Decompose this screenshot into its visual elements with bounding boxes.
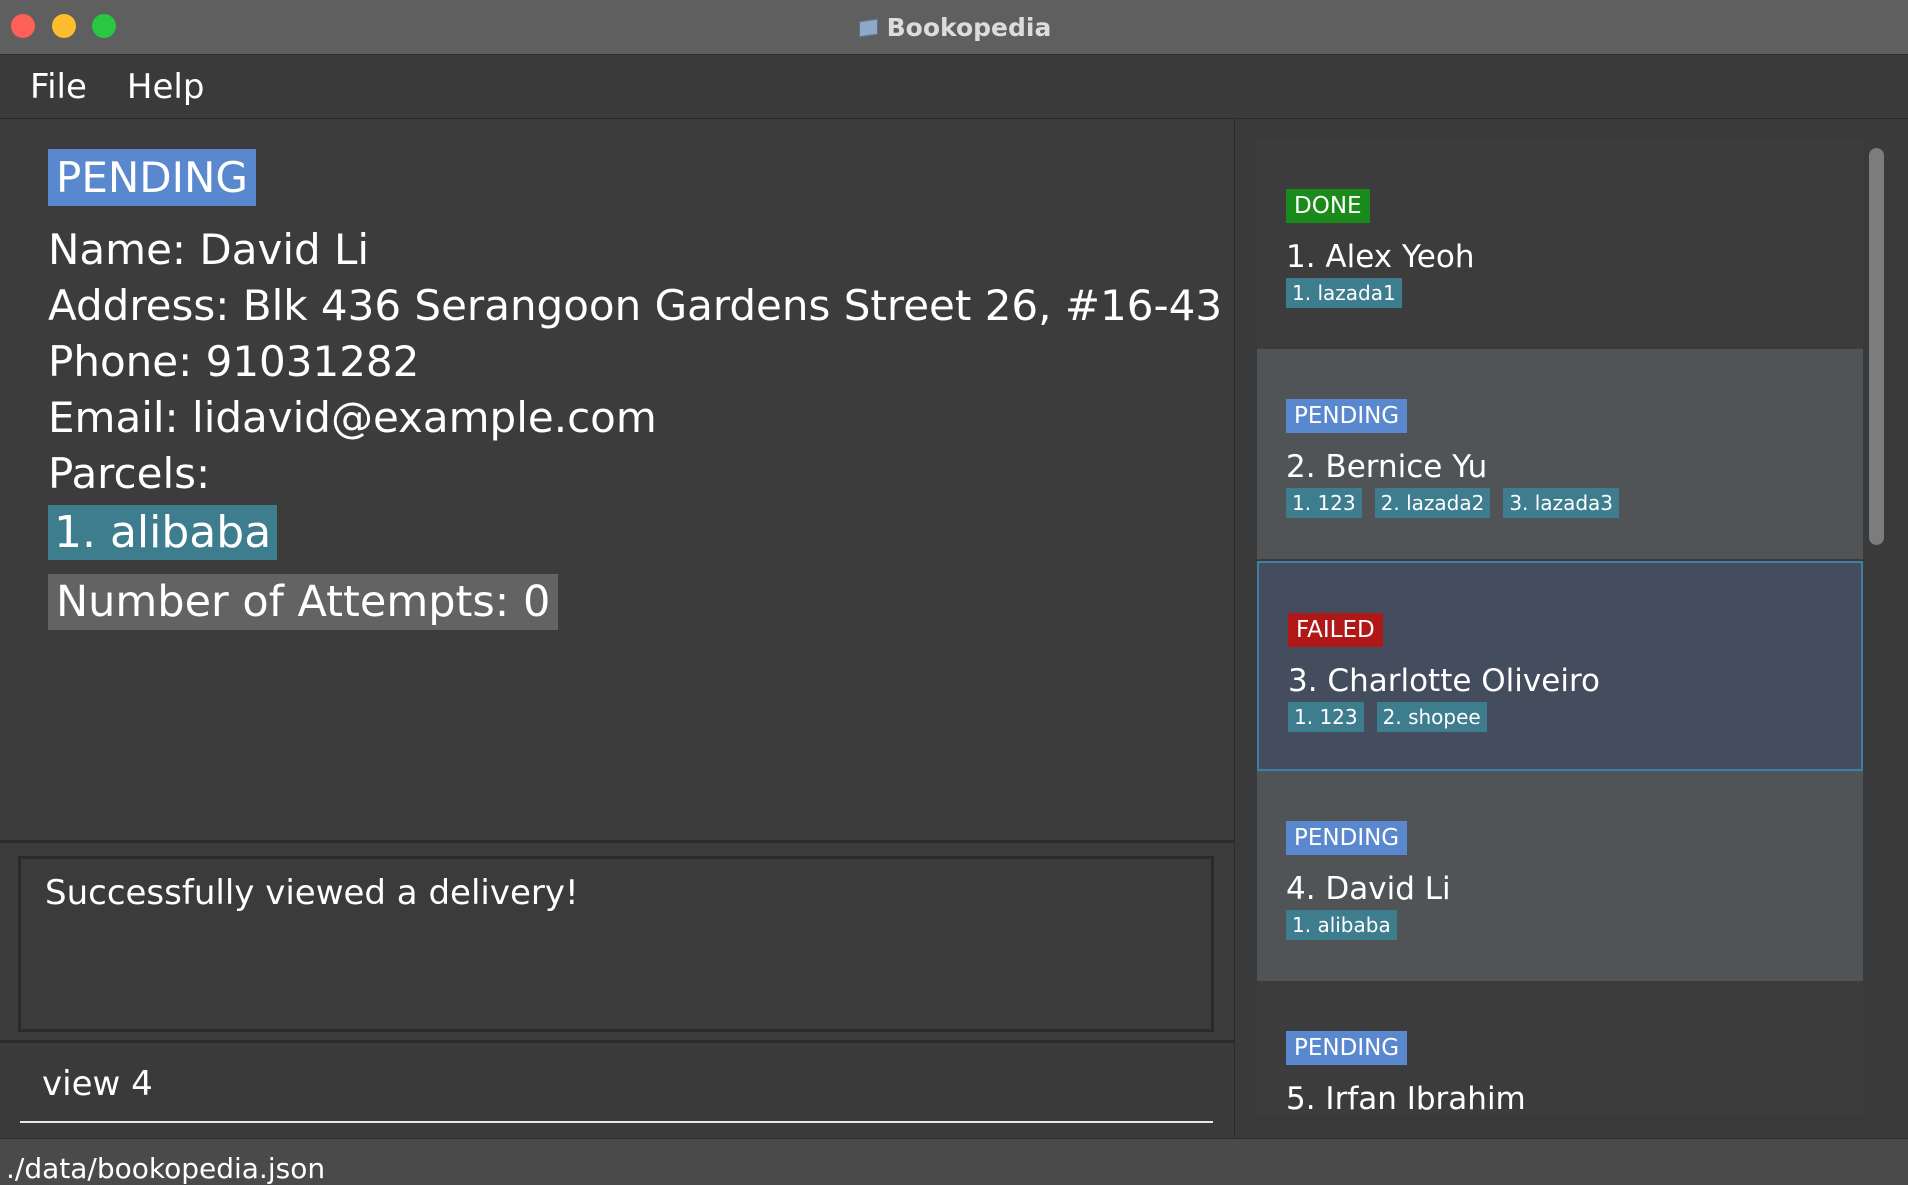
menu-help[interactable]: Help [127,67,205,107]
delivery-card-2[interactable]: PENDING 2. Bernice Yu 1. 123 2. lazada2 … [1257,349,1863,559]
app-icon [857,17,879,38]
delivery-name: 5. Irfan Ibrahim [1286,1081,1526,1115]
parcel-tags: 1. 123 2. shopee [1288,702,1487,732]
delivery-status-badge: PENDING [1286,1031,1408,1065]
delivery-details-panel: PENDING Name: David Li Address: Blk 436 … [0,119,1232,841]
detail-phone: Phone: 91031282 [48,337,420,386]
menu-file[interactable]: File [30,67,87,107]
list-scrollbar[interactable] [1869,148,1884,545]
detail-status-badge: PENDING [48,149,256,206]
detail-address: Address: Blk 436 Serangoon Gardens Stree… [48,281,1223,330]
divider [0,1040,1234,1043]
pane-divider[interactable] [1234,119,1235,1139]
delivery-card-3[interactable]: FAILED 3. Charlotte Oliveiro 1. 123 2. s… [1257,561,1863,771]
parcel-tag: 2. lazada2 [1374,488,1491,518]
parcel-tag: 1. lazada1 [1286,278,1402,308]
parcel-tag: 1. 123 [1288,702,1364,732]
parcel-tags: 1. alibaba [1286,910,1397,940]
result-message: Successfully viewed a delivery! [45,873,579,913]
window-title: Bookopedia [886,12,1052,42]
menu-bar: File Help [0,55,1908,119]
save-location-path: ./data/bookopedia.json [6,1152,326,1185]
delivery-name: 2. Bernice Yu [1286,449,1488,485]
parcel-tags: 1. 123 2. lazada2 3. lazada3 [1286,488,1619,518]
detail-email: Email: lidavid@example.com [48,393,657,442]
title-bar: Bookopedia [0,0,1908,55]
delivery-card-4[interactable]: PENDING 4. David Li 1. alibaba [1257,771,1863,981]
delivery-status-badge: FAILED [1288,613,1383,647]
divider [0,840,1234,843]
delivery-status-badge: DONE [1286,189,1370,223]
delivery-card-5[interactable]: PENDING 5. Irfan Ibrahim [1257,981,1863,1115]
delivery-status-badge: PENDING [1286,399,1408,433]
detail-parcels-label: Parcels: [48,449,211,498]
detail-name: Name: David Li [48,225,370,274]
delivery-status-badge: PENDING [1286,821,1408,855]
command-input[interactable] [20,1047,1213,1123]
detail-attempts: Number of Attempts: 0 [48,574,559,630]
parcel-tags: 1. lazada1 [1286,278,1402,308]
parcel-tag: 1. 123 [1286,488,1362,518]
parcel-tag: 2. shopee [1376,702,1487,732]
delivery-name: 3. Charlotte Oliveiro [1288,663,1600,699]
delivery-card-1[interactable]: DONE 1. Alex Yeoh 1. lazada1 [1257,139,1863,349]
result-display[interactable]: Successfully viewed a delivery! [18,856,1214,1032]
delivery-name: 1. Alex Yeoh [1286,239,1475,275]
status-bar: ./data/bookopedia.json [0,1138,1908,1185]
detail-parcel-tag: 1. alibaba [48,505,278,560]
delivery-name: 4. David Li [1286,871,1451,907]
parcel-tag: 3. lazada3 [1503,488,1619,518]
delivery-list: DONE 1. Alex Yeoh 1. lazada1 PENDING 2. … [1257,139,1863,1115]
parcel-tag: 1. alibaba [1286,910,1397,940]
